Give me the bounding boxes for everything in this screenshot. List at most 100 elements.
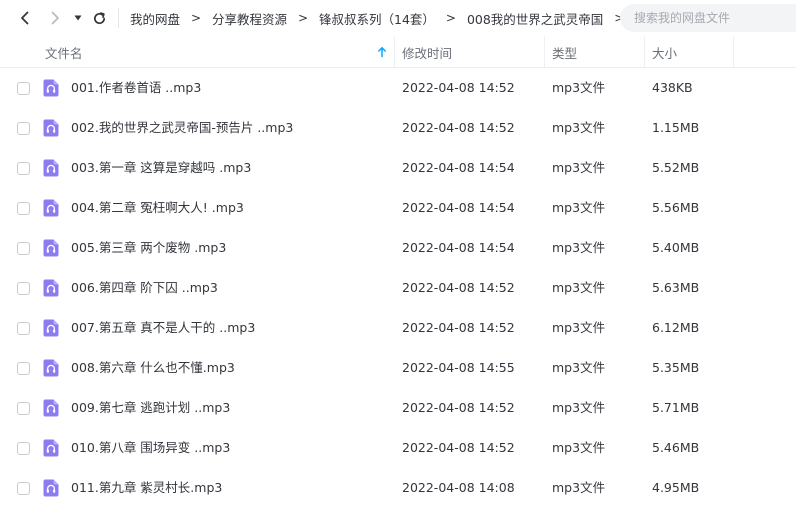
file-type: mp3文件: [552, 400, 606, 415]
audio-file-icon: [43, 319, 59, 337]
file-name[interactable]: 007.第五章 真不是人干的 ..mp3: [71, 308, 255, 348]
file-name[interactable]: 003.第一章 这算是穿越吗 .mp3: [71, 148, 251, 188]
row-checkbox[interactable]: [17, 362, 30, 375]
file-type: mp3文件: [552, 360, 606, 375]
file-size: 5.52MB: [652, 160, 700, 175]
file-name[interactable]: 006.第四章 阶下囚 ..mp3: [71, 268, 218, 308]
column-divider[interactable]: [394, 36, 395, 68]
breadcrumb-item-current-folder[interactable]: 008我的世界之武灵帝国: [467, 9, 603, 28]
file-type: mp3文件: [552, 320, 606, 335]
refresh-button[interactable]: [89, 8, 109, 28]
column-header-type-label: 类型: [552, 45, 578, 61]
column-header-size-label: 大小: [652, 45, 678, 61]
audio-file-icon: [43, 479, 59, 497]
file-type: mp3文件: [552, 240, 606, 255]
file-size: 5.56MB: [652, 200, 700, 215]
history-dropdown-button[interactable]: [69, 8, 87, 28]
file-name[interactable]: 008.第六章 什么也不懂.mp3: [71, 348, 235, 388]
navigation-bar: 我的网盘 > 分享教程资源 > 锋叔叔系列（14套） > 008我的世界之武灵帝…: [0, 0, 796, 36]
breadcrumb-separator: >: [445, 11, 456, 25]
file-modified-time: 2022-04-08 14:55: [402, 360, 515, 375]
row-checkbox[interactable]: [17, 442, 30, 455]
audio-file-icon: [43, 439, 59, 457]
file-row[interactable]: 007.第五章 真不是人干的 ..mp3 2022-04-08 14:52 mp…: [0, 308, 796, 348]
file-row[interactable]: 002.我的世界之武灵帝国-预告片 ..mp3 2022-04-08 14:52…: [0, 108, 796, 148]
refresh-icon: [93, 11, 105, 24]
file-name[interactable]: 002.我的世界之武灵帝国-预告片 ..mp3: [71, 108, 293, 148]
file-modified-time: 2022-04-08 14:52: [402, 320, 515, 335]
audio-file-icon: [43, 359, 59, 377]
row-checkbox[interactable]: [17, 402, 30, 415]
file-size: 5.63MB: [652, 280, 700, 295]
breadcrumb-item-series[interactable]: 锋叔叔系列（14套）: [319, 9, 435, 28]
file-size: 6.12MB: [652, 320, 700, 335]
file-row[interactable]: 008.第六章 什么也不懂.mp3 2022-04-08 14:55 mp3文件…: [0, 348, 796, 388]
column-header-row: 文件名 修改时间 类型 大小: [0, 36, 796, 68]
dropdown-triangle-icon: [74, 15, 82, 21]
column-header-type[interactable]: 类型: [552, 36, 642, 68]
row-checkbox[interactable]: [17, 242, 30, 255]
breadcrumb-item-my-drive[interactable]: 我的网盘: [130, 9, 180, 28]
file-name[interactable]: 009.第七章 逃跑计划 ..mp3: [71, 388, 230, 428]
audio-file-icon: [43, 239, 59, 257]
sort-ascending-arrow-icon[interactable]: [376, 46, 388, 58]
row-checkbox[interactable]: [17, 162, 30, 175]
file-size: 5.40MB: [652, 240, 700, 255]
row-checkbox[interactable]: [17, 82, 30, 95]
forward-button[interactable]: [45, 8, 65, 28]
search-box: [620, 4, 796, 32]
column-header-size[interactable]: 大小: [652, 36, 732, 68]
chevron-right-icon: [51, 11, 59, 25]
file-row[interactable]: 004.第二章 冤枉啊大人! .mp3 2022-04-08 14:54 mp3…: [0, 188, 796, 228]
search-input[interactable]: [634, 11, 794, 25]
row-checkbox[interactable]: [17, 122, 30, 135]
file-type: mp3文件: [552, 160, 606, 175]
audio-file-icon: [43, 79, 59, 97]
file-row[interactable]: 010.第八章 围场异变 ..mp3 2022-04-08 14:52 mp3文…: [0, 428, 796, 468]
column-divider[interactable]: [733, 36, 734, 68]
file-type: mp3文件: [552, 440, 606, 455]
audio-file-icon: [43, 199, 59, 217]
file-modified-time: 2022-04-08 14:52: [402, 400, 515, 415]
file-size: 1.15MB: [652, 120, 700, 135]
file-size: 5.71MB: [652, 400, 700, 415]
file-name[interactable]: 005.第三章 两个废物 .mp3: [71, 228, 226, 268]
row-checkbox[interactable]: [17, 282, 30, 295]
file-row[interactable]: 006.第四章 阶下囚 ..mp3 2022-04-08 14:52 mp3文件…: [0, 268, 796, 308]
file-size: 438KB: [652, 80, 693, 95]
row-checkbox[interactable]: [17, 322, 30, 335]
toolbar-divider: [118, 8, 119, 28]
file-row[interactable]: 003.第一章 这算是穿越吗 .mp3 2022-04-08 14:54 mp3…: [0, 148, 796, 188]
file-name[interactable]: 010.第八章 围场异变 ..mp3: [71, 428, 230, 468]
row-checkbox[interactable]: [17, 482, 30, 495]
file-row[interactable]: 011.第九章 紫灵村长.mp3 2022-04-08 14:08 mp3文件 …: [0, 468, 796, 508]
file-type: mp3文件: [552, 80, 606, 95]
file-row[interactable]: 001.作者卷首语 ..mp3 2022-04-08 14:52 mp3文件 4…: [0, 68, 796, 108]
file-type: mp3文件: [552, 480, 606, 495]
audio-file-icon: [43, 399, 59, 417]
breadcrumb-separator: >: [190, 11, 202, 25]
file-modified-time: 2022-04-08 14:54: [402, 200, 515, 215]
column-header-modified[interactable]: 修改时间: [402, 36, 542, 68]
row-checkbox[interactable]: [17, 202, 30, 215]
file-name[interactable]: 011.第九章 紫灵村长.mp3: [71, 468, 222, 508]
chevron-left-icon: [21, 11, 29, 25]
column-header-name[interactable]: 文件名: [45, 36, 395, 68]
file-size: 4.95MB: [652, 480, 700, 495]
file-size: 5.35MB: [652, 360, 700, 375]
column-divider[interactable]: [644, 36, 645, 68]
column-header-name-label: 文件名: [45, 45, 83, 61]
file-row[interactable]: 009.第七章 逃跑计划 ..mp3 2022-04-08 14:52 mp3文…: [0, 388, 796, 428]
file-name[interactable]: 001.作者卷首语 ..mp3: [71, 68, 201, 108]
breadcrumb: 我的网盘 > 分享教程资源 > 锋叔叔系列（14套） > 008我的世界之武灵帝…: [130, 0, 635, 36]
file-modified-time: 2022-04-08 14:54: [402, 240, 515, 255]
column-header-modified-label: 修改时间: [402, 45, 453, 61]
file-row[interactable]: 005.第三章 两个废物 .mp3 2022-04-08 14:54 mp3文件…: [0, 228, 796, 268]
file-name[interactable]: 004.第二章 冤枉啊大人! .mp3: [71, 188, 244, 228]
file-modified-time: 2022-04-08 14:52: [402, 120, 515, 135]
column-divider[interactable]: [544, 36, 545, 68]
back-button[interactable]: [15, 8, 35, 28]
audio-file-icon: [43, 159, 59, 177]
breadcrumb-item-shared-tutorials[interactable]: 分享教程资源: [212, 9, 287, 28]
file-modified-time: 2022-04-08 14:52: [402, 280, 515, 295]
